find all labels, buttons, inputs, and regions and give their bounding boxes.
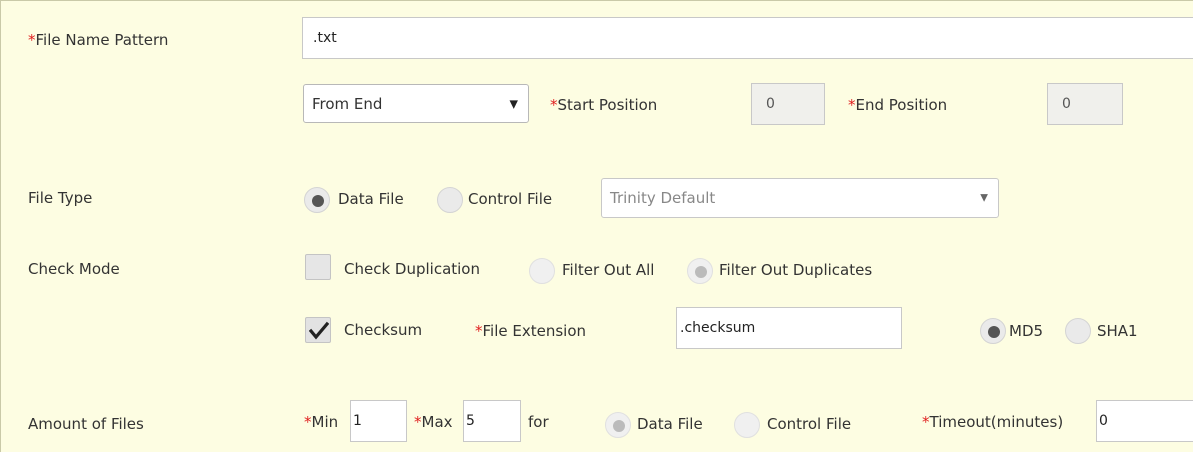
md5-radio[interactable] [980,318,1006,344]
timeout-input[interactable]: 0 [1096,400,1193,442]
amount-control-file-radio[interactable] [734,412,760,438]
filter-out-duplicates-label: Filter Out Duplicates [719,261,873,279]
md5-label: MD5 [1009,322,1044,340]
timeout-label: *Timeout(minutes) [922,413,1064,431]
min-label: *Min [304,413,339,431]
file-name-pattern-input[interactable]: .txt [302,17,1193,59]
amount-data-file-label: Data File [637,415,703,433]
caret-down-icon: ▼ [980,192,988,204]
caret-down-icon: ▼ [509,97,518,110]
checkmark-icon [309,321,329,340]
start-position-label: *Start Position [550,96,658,114]
file-type-data-file-radio[interactable] [304,187,330,213]
file-type-control-file-label: Control File [468,190,553,208]
checksum-label: Checksum [344,321,423,339]
amount-control-file-label: Control File [767,415,852,433]
file-type-data-file-label: Data File [338,190,404,208]
max-files-input[interactable]: 5 [463,400,521,442]
min-files-input[interactable]: 1 [350,400,407,442]
file-type-label: File Type [28,189,93,207]
file-extension-label: *File Extension [475,322,587,340]
filter-out-all-radio[interactable] [529,258,555,284]
checksum-checkbox[interactable] [305,317,331,343]
file-name-pattern-label: *File Name Pattern [28,31,169,49]
required-marker: * [28,31,36,49]
amount-data-file-radio[interactable] [605,412,631,438]
end-position-input[interactable]: 0 [1047,83,1123,125]
file-template-select[interactable]: Trinity Default ▼ [601,178,999,218]
end-position-label: *End Position [848,96,948,114]
check-duplication-label: Check Duplication [344,260,480,278]
start-position-input[interactable]: 0 [751,83,825,125]
for-label: for [528,413,549,431]
filter-out-all-label: Filter Out All [562,261,655,279]
max-label: *Max [414,413,453,431]
file-type-control-file-radio[interactable] [437,187,463,213]
filter-out-duplicates-radio[interactable] [687,258,713,284]
check-mode-label: Check Mode [28,260,120,278]
file-extension-input[interactable]: .checksum [676,307,902,349]
amount-of-files-label: Amount of Files [28,415,144,433]
check-duplication-checkbox[interactable] [305,254,331,280]
sha1-radio[interactable] [1065,318,1091,344]
position-mode-select[interactable]: From End ▼ [303,84,529,123]
sha1-label: SHA1 [1097,322,1138,340]
file-settings-form: *File Name Pattern .txt From End ▼ *Star… [0,0,1193,452]
